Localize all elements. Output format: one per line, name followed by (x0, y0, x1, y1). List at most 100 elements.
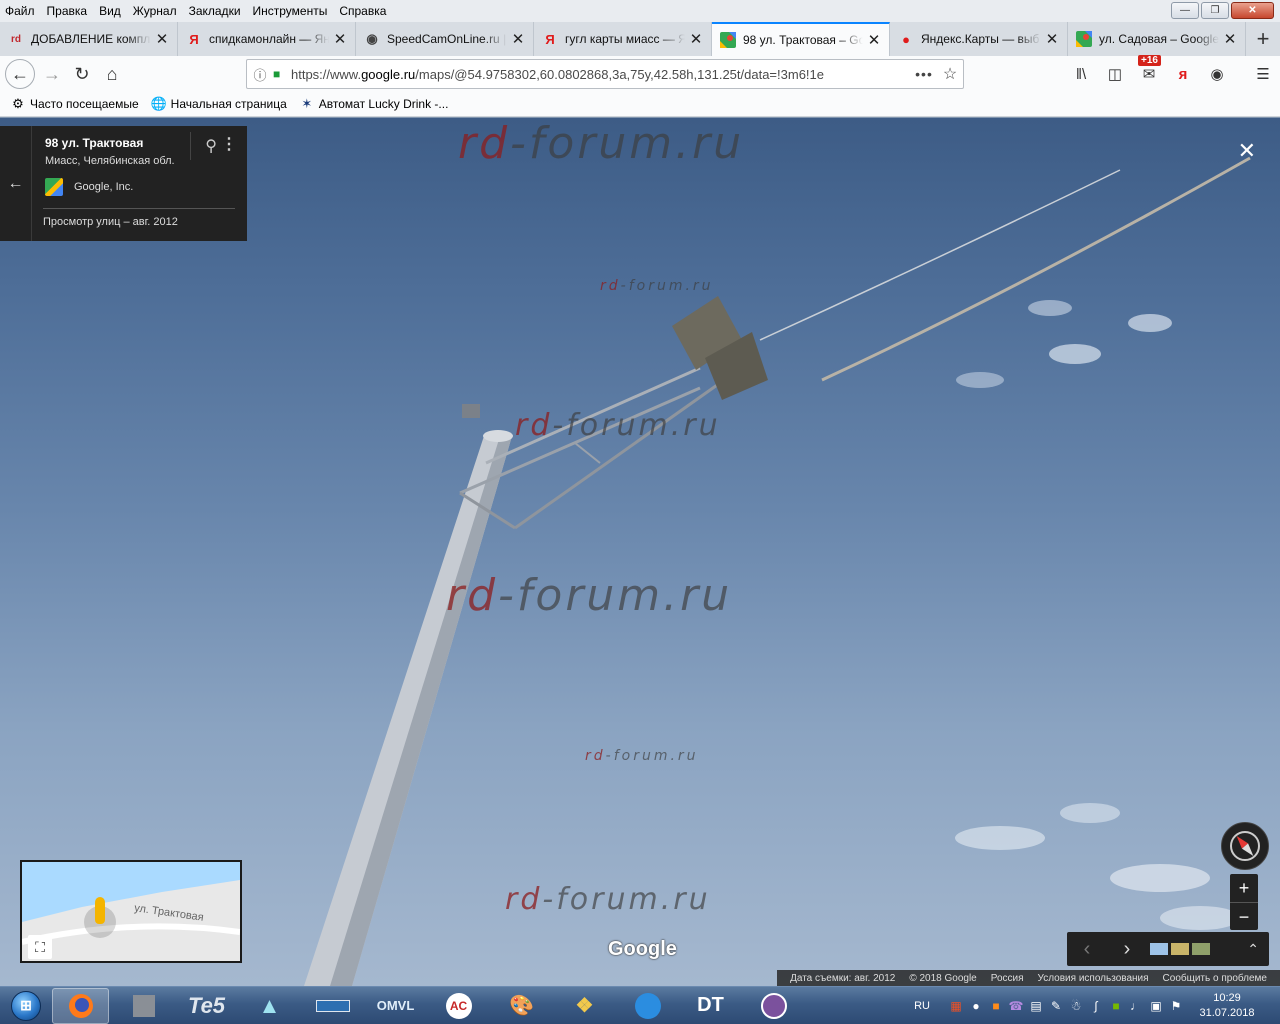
close-icon[interactable]: ✕ (511, 30, 525, 48)
tray-app-icon[interactable]: ■ (986, 999, 1006, 1013)
taskbar-dt[interactable]: DT (682, 988, 739, 1024)
imagery-thumbnail[interactable] (1171, 943, 1189, 955)
tab-google-maps-active[interactable]: 98 ул. Трактовая – Go ✕ (712, 22, 890, 56)
terms-link[interactable]: Условия использования (1038, 973, 1149, 984)
street-view-panorama[interactable]: rd-forum.ru rd-forum.ru rd-forum.ru rd-f… (0, 118, 1280, 986)
taskbar-firefox[interactable] (52, 987, 109, 1024)
close-icon[interactable]: ✕ (155, 30, 169, 48)
taskbar-app[interactable] (304, 988, 361, 1024)
taskbar-omvl[interactable]: OMVL (367, 988, 424, 1024)
provider-row: Google, Inc. (45, 178, 235, 196)
forward-button[interactable]: → (37, 59, 67, 89)
back-arrow-icon[interactable]: ← (0, 126, 32, 241)
library-icon[interactable]: ‖\ (1064, 66, 1098, 83)
menu-tools[interactable]: Инструменты (248, 0, 335, 22)
imagery-thumbnail[interactable] (1192, 943, 1210, 955)
menu-help[interactable]: Справка (334, 0, 393, 22)
tray-app-icon[interactable]: ▦ (946, 999, 966, 1013)
taskbar-viber[interactable] (745, 988, 802, 1024)
close-icon[interactable]: ✕ (1045, 30, 1059, 48)
menu-icon[interactable]: ☰ (1246, 65, 1280, 83)
taskbar-te5[interactable]: Te5 (178, 988, 235, 1024)
menu-file[interactable]: Файл (0, 0, 42, 22)
taskbar-archive[interactable] (115, 988, 172, 1024)
tab-speedcam[interactable]: ◉ SpeedCamOnLine.ru | ✕ (356, 22, 534, 56)
expand-up-icon[interactable]: ⌃ (1247, 941, 1259, 958)
volume-icon[interactable]: ♩ (1126, 999, 1146, 1013)
expand-icon[interactable]: ⛶ (28, 935, 52, 959)
map-pin-icon[interactable]: ⚲ (205, 136, 217, 156)
tab-google-maps-sadovaya[interactable]: ул. Садовая – Google ✕ (1068, 22, 1246, 56)
info-icon[interactable]: ⓘ (247, 65, 273, 84)
report-problem-link[interactable]: Сообщить о проблеме (1163, 973, 1267, 984)
next-arrow-icon[interactable]: › (1107, 938, 1147, 961)
tray-app-icon[interactable]: ☃ (1066, 999, 1086, 1013)
tab-yandex-search-2[interactable]: Я гугл карты миасс — Я ✕ (534, 22, 712, 56)
tray-app-icon[interactable]: ✎ (1046, 999, 1066, 1013)
tab-label: ДОБАВЛЕНИЕ компл (31, 32, 151, 46)
taskbar: ⊞ Te5 ▲ OMVL AC 🎨 ❖ DT RU ▦ ● ■ ☎ ▤ ✎ ☃ … (0, 986, 1280, 1024)
country-link[interactable]: Россия (991, 973, 1024, 984)
compass-icon[interactable] (1221, 822, 1269, 870)
dt-icon: DT (697, 994, 724, 1016)
menu-history[interactable]: Журнал (128, 0, 184, 22)
page-actions-icon[interactable]: ••• (911, 66, 937, 82)
close-icon[interactable]: ✕ (689, 30, 703, 48)
more-options-icon[interactable]: ⋮ (221, 134, 237, 154)
url-path: /maps/@54.9758302,60.0802868,3a,75y,42.5… (415, 66, 824, 82)
new-tab-button[interactable]: + (1246, 22, 1280, 56)
network-icon[interactable]: ▣ (1146, 999, 1166, 1013)
menu-bookmarks[interactable]: Закладки (184, 0, 248, 22)
url-text[interactable]: https://www.google.ru/maps/@54.9758302,6… (291, 67, 911, 82)
tab-yandex-search-1[interactable]: Я спидкамонлайн — Ян ✕ (178, 22, 356, 56)
close-icon[interactable]: ✕ (333, 30, 347, 48)
signal-icon[interactable]: ▤ (1026, 999, 1046, 1013)
close-window-button[interactable]: ✕ (1231, 2, 1274, 19)
close-icon[interactable]: ✕ (1238, 138, 1256, 164)
bookmark-home-page[interactable]: 🌐 Начальная страница (151, 96, 287, 112)
language-indicator[interactable]: RU (914, 1000, 930, 1012)
prev-arrow-icon[interactable]: ‹ (1067, 938, 1107, 961)
close-icon[interactable]: ✕ (867, 31, 881, 49)
start-button[interactable]: ⊞ (0, 987, 52, 1024)
minimap[interactable]: ул. Трактовая ⛶ (20, 860, 242, 963)
bookmark-most-visited[interactable]: ⚙ Часто посещаемые (10, 96, 138, 112)
clock[interactable]: 10:29 31.07.2018 (1192, 991, 1262, 1021)
divider (190, 132, 191, 160)
menu-edit[interactable]: Правка (42, 0, 95, 22)
nvidia-icon[interactable]: ■ (1106, 999, 1126, 1013)
taskbar-paint[interactable]: 🎨 (493, 988, 550, 1024)
bluetooth-icon[interactable]: ∫ (1086, 999, 1106, 1013)
restore-button[interactable]: ❐ (1201, 2, 1229, 19)
minimize-button[interactable]: — (1171, 2, 1199, 19)
sidebar-icon[interactable]: ◫ (1098, 65, 1132, 83)
taskbar-app[interactable]: ❖ (556, 988, 613, 1024)
taskbar-ac[interactable]: AC (430, 988, 487, 1024)
tab-rd-forum[interactable]: rd ДОБАВЛЕНИЕ компл ✕ (0, 22, 178, 56)
address-bar[interactable]: ⓘ ■ https://www.google.ru/maps/@54.97583… (246, 59, 964, 89)
paint-icon: 🎨 (509, 995, 534, 1017)
copyright: © 2018 Google (909, 972, 977, 984)
zoom-in-button[interactable]: + (1230, 874, 1258, 902)
close-icon[interactable]: ✕ (1223, 30, 1237, 48)
taskbar-app[interactable]: ▲ (241, 988, 298, 1024)
clock-date: 31.07.2018 (1199, 1007, 1255, 1019)
bookmark-lucky-drink[interactable]: ✶ Автомат Lucky Drink -... (299, 96, 448, 112)
google-maps-icon (1076, 31, 1092, 47)
taskbar-app[interactable] (619, 988, 676, 1024)
viber-icon[interactable]: ☎ (1006, 999, 1026, 1013)
bookmark-star-icon[interactable]: ☆ (937, 64, 963, 84)
flag-icon[interactable]: ⚑ (1166, 999, 1186, 1013)
tab-yandex-maps[interactable]: ● Яндекс.Карты — выб ✕ (890, 22, 1068, 56)
reload-button[interactable]: ↻ (67, 59, 97, 89)
home-button[interactable]: ⌂ (97, 59, 127, 89)
back-button[interactable]: ← (5, 59, 35, 89)
info-card-body: 98 ул. Трактовая Миасс, Челябинская обл.… (32, 126, 247, 241)
extension-icon[interactable]: ◉ (1200, 65, 1234, 83)
mail-icon[interactable]: ✉ +16 (1132, 55, 1166, 83)
zoom-out-button[interactable]: − (1230, 903, 1258, 931)
imagery-thumbnail[interactable] (1150, 943, 1168, 955)
tray-app-icon[interactable]: ● (966, 999, 986, 1013)
yandex-icon[interactable]: я (1166, 66, 1200, 83)
menu-view[interactable]: Вид (94, 0, 128, 22)
